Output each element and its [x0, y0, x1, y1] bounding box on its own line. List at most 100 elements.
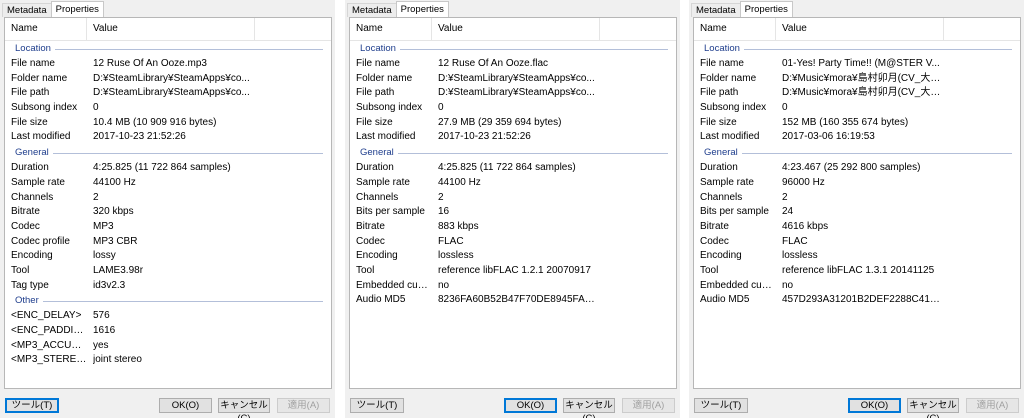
apply-button[interactable]: 適用(A)	[966, 398, 1019, 413]
property-name: Codec	[11, 220, 40, 232]
property-row[interactable]: Last modified 2017-03-06 16:19:53	[694, 130, 1020, 145]
property-row[interactable]: Tool reference libFLAC 1.2.1 20070917	[350, 264, 676, 279]
property-row[interactable]: Encoding lossless	[350, 249, 676, 264]
property-name: File name	[11, 58, 55, 69]
cancel-button[interactable]: キャンセル(C)	[218, 398, 270, 418]
cancel-button[interactable]: キャンセル(C)	[563, 398, 615, 418]
property-row[interactable]: Embedded cues... no	[350, 279, 676, 294]
property-row[interactable]: Subsong index 0	[694, 101, 1020, 116]
properties-dialog: Metadata Properties Name Value Location F…	[345, 0, 680, 418]
section-header: General	[350, 145, 676, 161]
property-row[interactable]: File path D:¥SteamLibrary¥SteamApps¥co...	[5, 86, 331, 101]
tab-metadata[interactable]: Metadata	[347, 3, 397, 17]
property-row[interactable]: Codec FLAC	[350, 235, 676, 250]
property-row[interactable]: Channels 2	[350, 191, 676, 206]
property-row[interactable]: Encoding lossy	[5, 249, 331, 264]
tab-metadata[interactable]: Metadata	[691, 3, 741, 17]
tool-button[interactable]: ツール(T)	[694, 398, 748, 413]
property-row[interactable]: Embedded cues... no	[694, 279, 1020, 294]
property-row[interactable]: File size 10.4 MB (10 909 916 bytes)	[5, 116, 331, 131]
property-row[interactable]: Codec FLAC	[694, 235, 1020, 250]
property-row[interactable]: <ENC_DELAY> 576	[5, 309, 331, 324]
property-row[interactable]: Sample rate 44100 Hz	[5, 176, 331, 191]
tool-button[interactable]: ツール(T)	[350, 398, 404, 413]
property-value: 0	[93, 102, 99, 114]
cancel-button[interactable]: キャンセル(C)	[907, 398, 959, 418]
tab-properties[interactable]: Properties	[50, 1, 104, 17]
property-row[interactable]: File name 12 Ruse Of An Ooze.flac	[350, 57, 676, 72]
tab-properties[interactable]: Properties	[739, 1, 793, 17]
property-name: Subsong index	[11, 102, 78, 114]
property-row[interactable]: Tag type id3v2.3	[5, 279, 331, 294]
property-row[interactable]: File size 27.9 MB (29 359 694 bytes)	[350, 116, 676, 131]
section-header: General	[5, 145, 331, 161]
property-name: Encoding	[700, 250, 742, 262]
property-row[interactable]: Subsong index 0	[5, 101, 331, 116]
property-row[interactable]: Channels 2	[5, 191, 331, 206]
property-value: 01-Yes! Party Time!! (M@STER V...	[782, 58, 940, 69]
apply-button[interactable]: 適用(A)	[622, 398, 675, 413]
property-row[interactable]: Bits per sample 16	[350, 205, 676, 220]
apply-button[interactable]: 適用(A)	[277, 398, 330, 413]
property-row[interactable]: Bitrate 4616 kbps	[694, 220, 1020, 235]
property-row[interactable]: Duration 4:25.825 (11 722 864 samples)	[350, 161, 676, 176]
property-row[interactable]: Sample rate 44100 Hz	[350, 176, 676, 191]
property-value: 96000 Hz	[782, 176, 825, 188]
property-value: 4616 kbps	[782, 220, 829, 232]
property-row[interactable]: Folder name D:¥SteamLibrary¥SteamApps¥co.…	[350, 72, 676, 87]
column-header-value[interactable]: Value	[87, 18, 255, 40]
property-value: 457D293A31201B2DEF2288C4197...	[782, 294, 942, 306]
property-name: Channels	[700, 191, 743, 203]
property-name: Channels	[356, 191, 399, 203]
property-row[interactable]: File name 12 Ruse Of An Ooze.mp3	[5, 57, 331, 72]
column-header-value[interactable]: Value	[776, 18, 944, 40]
column-header-value[interactable]: Value	[432, 18, 600, 40]
property-row[interactable]: Bitrate 320 kbps	[5, 205, 331, 220]
property-row[interactable]: File path D:¥SteamLibrary¥SteamApps¥co...	[350, 86, 676, 101]
property-row[interactable]: Audio MD5 457D293A31201B2DEF2288C4197...	[694, 293, 1020, 308]
tab-metadata[interactable]: Metadata	[2, 3, 52, 17]
property-row[interactable]: Audio MD5 8236FA60B52B47F70DE8945FAA8...	[350, 293, 676, 308]
ok-button[interactable]: OK(O)	[504, 398, 557, 413]
property-row[interactable]: Bits per sample 24	[694, 205, 1020, 220]
property-row[interactable]: File size 152 MB (160 355 674 bytes)	[694, 116, 1020, 131]
property-row[interactable]: <ENC_PADDIN... 1616	[5, 324, 331, 339]
section-header: Location	[694, 41, 1020, 57]
property-row[interactable]: Last modified 2017-10-23 21:52:26	[350, 130, 676, 145]
property-value: 27.9 MB (29 359 694 bytes)	[438, 116, 562, 128]
property-rows: Location File name 12 Ruse Of An Ooze.flac…	[350, 41, 676, 308]
property-row[interactable]: Duration 4:25.825 (11 722 864 samples)	[5, 161, 331, 176]
property-row[interactable]: Codec MP3	[5, 220, 331, 235]
column-header-name[interactable]: Name	[694, 18, 776, 40]
tool-button[interactable]: ツール(T)	[5, 398, 59, 413]
property-value: 10.4 MB (10 909 916 bytes)	[93, 116, 217, 128]
ok-button[interactable]: OK(O)	[848, 398, 901, 413]
properties-list[interactable]: Name Value Location File name 12 Ruse Of A…	[4, 17, 332, 389]
property-name: Bits per sample	[356, 206, 425, 218]
property-row[interactable]: <MP3_STEREO... joint stereo	[5, 353, 331, 368]
property-row[interactable]: Tool reference libFLAC 1.3.1 20141125	[694, 264, 1020, 279]
property-name: Embedded cues...	[700, 279, 776, 291]
property-row[interactable]: Duration 4:23.467 (25 292 800 samples)	[694, 161, 1020, 176]
property-row[interactable]: <MP3_ACCURA... yes	[5, 339, 331, 354]
tab-properties[interactable]: Properties	[395, 1, 449, 17]
ok-button[interactable]: OK(O)	[159, 398, 212, 413]
section-header: General	[694, 145, 1020, 161]
property-row[interactable]: Subsong index 0	[350, 101, 676, 116]
property-row[interactable]: Channels 2	[694, 191, 1020, 206]
property-row[interactable]: Bitrate 883 kbps	[350, 220, 676, 235]
section-divider	[398, 153, 668, 155]
property-row[interactable]: File name 01-Yes! Party Time!! (M@STER V.…	[694, 57, 1020, 72]
property-row[interactable]: Codec profile MP3 CBR	[5, 235, 331, 250]
properties-list[interactable]: Name Value Location File name 01-Yes! Part…	[693, 17, 1021, 389]
property-row[interactable]: Last modified 2017-10-23 21:52:26	[5, 130, 331, 145]
property-row[interactable]: Folder name D:¥SteamLibrary¥SteamApps¥co.…	[5, 72, 331, 87]
property-row[interactable]: Folder name D:¥Music¥mora¥島村卯月(CV_大橋...	[694, 72, 1020, 87]
property-row[interactable]: File path D:¥Music¥mora¥島村卯月(CV_大橋...	[694, 86, 1020, 101]
column-header-name[interactable]: Name	[350, 18, 432, 40]
properties-list[interactable]: Name Value Location File name 12 Ruse Of A…	[349, 17, 677, 389]
property-row[interactable]: Encoding lossless	[694, 249, 1020, 264]
property-row[interactable]: Sample rate 96000 Hz	[694, 176, 1020, 191]
column-header-name[interactable]: Name	[5, 18, 87, 40]
property-row[interactable]: Tool LAME3.98r	[5, 264, 331, 279]
